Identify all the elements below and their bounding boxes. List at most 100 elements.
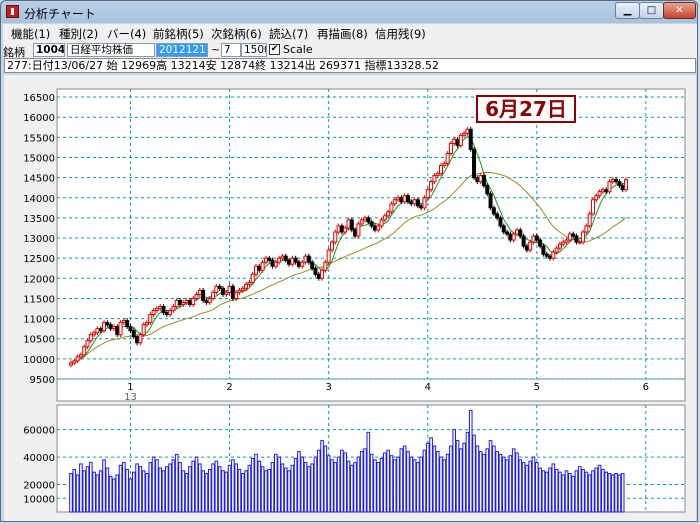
month-label: 2 [226, 382, 232, 393]
volume-bar [551, 463, 556, 513]
candle [495, 213, 500, 219]
candle [168, 310, 173, 316]
candle [415, 199, 420, 207]
month-axis-panel [56, 378, 686, 402]
volume-bar [254, 453, 258, 513]
candle [524, 245, 529, 251]
volume-bar [564, 470, 569, 513]
volume-bar [102, 459, 106, 513]
volume-bar [515, 452, 519, 513]
volume-bar [211, 463, 215, 513]
price-tick-label: 15000 [23, 153, 55, 164]
candle [521, 235, 526, 247]
count-field[interactable]: 1500 [241, 43, 267, 57]
volume-bar [234, 463, 238, 513]
volume-bar [455, 440, 460, 513]
volume-bar [283, 467, 288, 513]
volume-bar [548, 467, 552, 513]
candle [412, 199, 417, 205]
volume-bar [333, 462, 338, 513]
candle [349, 219, 354, 231]
price-tick-label: 14500 [23, 174, 55, 185]
candle [551, 251, 556, 259]
volume-bar [257, 460, 262, 513]
candle [581, 231, 586, 243]
volume-bar [310, 463, 314, 513]
volume-bar [488, 440, 493, 513]
candle [174, 299, 179, 307]
candle [379, 219, 384, 227]
menu-prev-stock[interactable]: 前銘柄(5) [153, 26, 204, 42]
candle [405, 195, 410, 203]
candle [587, 213, 592, 227]
volume-bar [207, 468, 212, 513]
candle [491, 207, 496, 215]
candle [610, 179, 615, 183]
scale-checkbox[interactable]: ✔ [269, 44, 280, 55]
volume-bar [75, 474, 80, 513]
volume-bar [379, 457, 384, 513]
menu-margin-balance[interactable]: 信用残(9) [375, 26, 426, 42]
volume-bar [604, 471, 608, 513]
candle [475, 177, 480, 183]
candle [316, 273, 321, 279]
candle [514, 229, 519, 235]
menu-load[interactable]: 読込(7) [269, 26, 308, 42]
candle [320, 269, 325, 279]
candle [472, 148, 477, 179]
candle [333, 231, 338, 243]
candle [620, 185, 625, 191]
volume-bar [610, 474, 615, 513]
candle [485, 185, 490, 195]
candle [197, 289, 202, 295]
candle [194, 293, 199, 299]
candle [396, 197, 401, 201]
start-date-field[interactable]: 20121217 [156, 43, 208, 57]
candle [141, 324, 146, 336]
close-button[interactable]: ✕ [663, 2, 696, 19]
stock-name-field[interactable]: 日経平均株価 [67, 43, 155, 57]
candle [439, 165, 443, 175]
menu-next-stock[interactable]: 次銘柄(6) [211, 26, 262, 42]
candle [237, 289, 242, 293]
candle [135, 336, 140, 344]
stock-code-field[interactable]: 1004 [33, 43, 65, 57]
candle [204, 299, 209, 303]
candle [574, 235, 579, 243]
candle [445, 152, 450, 165]
candle [366, 217, 371, 223]
price-tick-label: 12500 [23, 254, 55, 265]
menu-type[interactable]: 種別(2) [59, 26, 98, 42]
candle [624, 179, 628, 191]
scale-label: Scale [283, 43, 313, 56]
candle [343, 227, 348, 233]
title-bar[interactable]: 分析チャート ▁ □ ✕ [1, 1, 699, 23]
candle [353, 229, 358, 237]
candle [220, 287, 225, 295]
volume-bar [425, 442, 430, 513]
volume-bar [280, 463, 285, 513]
candle [458, 134, 463, 146]
menu-function[interactable]: 機能(1) [11, 26, 50, 42]
candle [584, 225, 589, 233]
maximize-button[interactable]: □ [639, 2, 664, 19]
minimize-button[interactable]: ▁ [615, 2, 640, 19]
candle [148, 314, 153, 324]
volume-bar [492, 445, 496, 513]
volume-bar [531, 456, 536, 513]
menu-bar-type[interactable]: バー(4) [107, 26, 146, 42]
price-tick-label: 16500 [23, 93, 55, 104]
chart-canvas[interactable]: 9500 10000 10500 11000 11500 12000 12500 13000 1… [4, 75, 696, 521]
volume-bar [204, 473, 209, 513]
candle [465, 128, 470, 134]
candle [263, 257, 268, 263]
candle [207, 297, 212, 303]
year-label: 13 [124, 392, 137, 403]
days-field[interactable]: 7 [221, 43, 241, 57]
volume-bar [511, 448, 516, 513]
candle [151, 310, 156, 316]
candle [88, 334, 93, 342]
menu-redraw[interactable]: 再描画(8) [317, 26, 368, 42]
volume-bar [353, 462, 357, 513]
volume-bar [174, 453, 179, 513]
